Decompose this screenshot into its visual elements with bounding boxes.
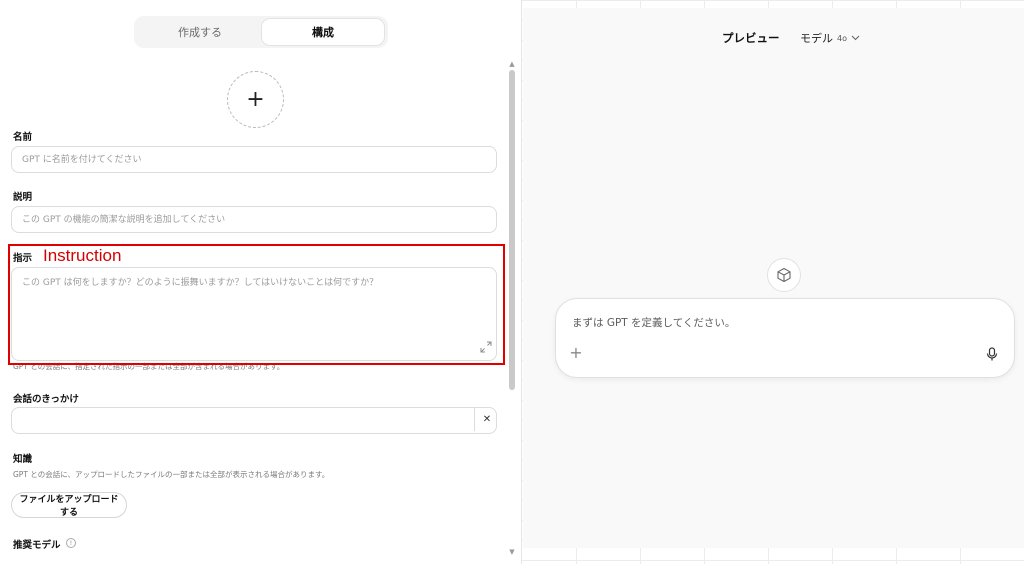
instruction-annotation: Instruction: [43, 246, 122, 265]
close-icon: ✕: [482, 413, 492, 425]
upload-files-button[interactable]: ファイルをアップロードする: [11, 492, 127, 518]
cube-icon: [767, 258, 801, 292]
message-input[interactable]: [570, 313, 994, 333]
attach-plus-icon[interactable]: +: [568, 345, 584, 361]
knowledge-label: 知識: [13, 454, 33, 465]
conversation-starter-wrapper: [11, 407, 497, 434]
microphone-icon[interactable]: [985, 347, 999, 361]
panel-divider: [521, 0, 522, 564]
name-input[interactable]: [12, 148, 496, 172]
instructions-hint: GPT との会話に、指定された指示の一部または全部が含まれる場合があります。: [13, 362, 285, 371]
knowledge-hint: GPT との会話に、アップロードしたファイルの一部または全部が表示される場合があ…: [13, 470, 330, 479]
scroll-down-icon[interactable]: ▼: [508, 548, 516, 556]
model-selector[interactable]: モデル 4o: [800, 30, 860, 46]
instructions-label: 指示: [13, 253, 33, 264]
instructions-textarea[interactable]: [12, 268, 496, 356]
info-icon[interactable]: !: [66, 538, 76, 548]
configure-panel: 作成する 構成 + 名前 説明 指示 GPT との会話に、指定された指示の一部ま…: [0, 0, 522, 564]
model-version: 4o: [837, 33, 847, 43]
message-composer: +: [555, 298, 1015, 378]
scroll-up-icon[interactable]: ▲: [508, 60, 516, 68]
scroll-thumb[interactable]: [509, 70, 515, 390]
plus-icon: +: [246, 87, 265, 112]
tab-create[interactable]: 作成する: [138, 19, 262, 45]
mode-tabs: 作成する 構成: [134, 16, 388, 48]
expand-icon[interactable]: [480, 341, 492, 353]
conversation-starter-input[interactable]: [12, 409, 496, 433]
scrollbar[interactable]: ▲ ▼: [508, 60, 516, 560]
name-field-wrapper: [11, 146, 497, 173]
tab-configure[interactable]: 構成: [262, 19, 384, 45]
instructions-field-wrapper: [11, 267, 497, 361]
recommended-model-label: 推奨モデル: [13, 540, 61, 551]
preview-title: プレビュー: [722, 31, 780, 45]
name-label: 名前: [13, 132, 33, 143]
description-field-wrapper: [11, 206, 497, 233]
chevron-down-icon: [851, 35, 860, 41]
clear-starter-button[interactable]: ✕: [474, 407, 499, 431]
model-label: モデル: [800, 32, 833, 45]
conversation-starters-label: 会話のきっかけ: [13, 394, 79, 405]
avatar-upload-button[interactable]: +: [227, 71, 284, 128]
description-input[interactable]: [12, 208, 496, 232]
description-label: 説明: [13, 192, 33, 203]
